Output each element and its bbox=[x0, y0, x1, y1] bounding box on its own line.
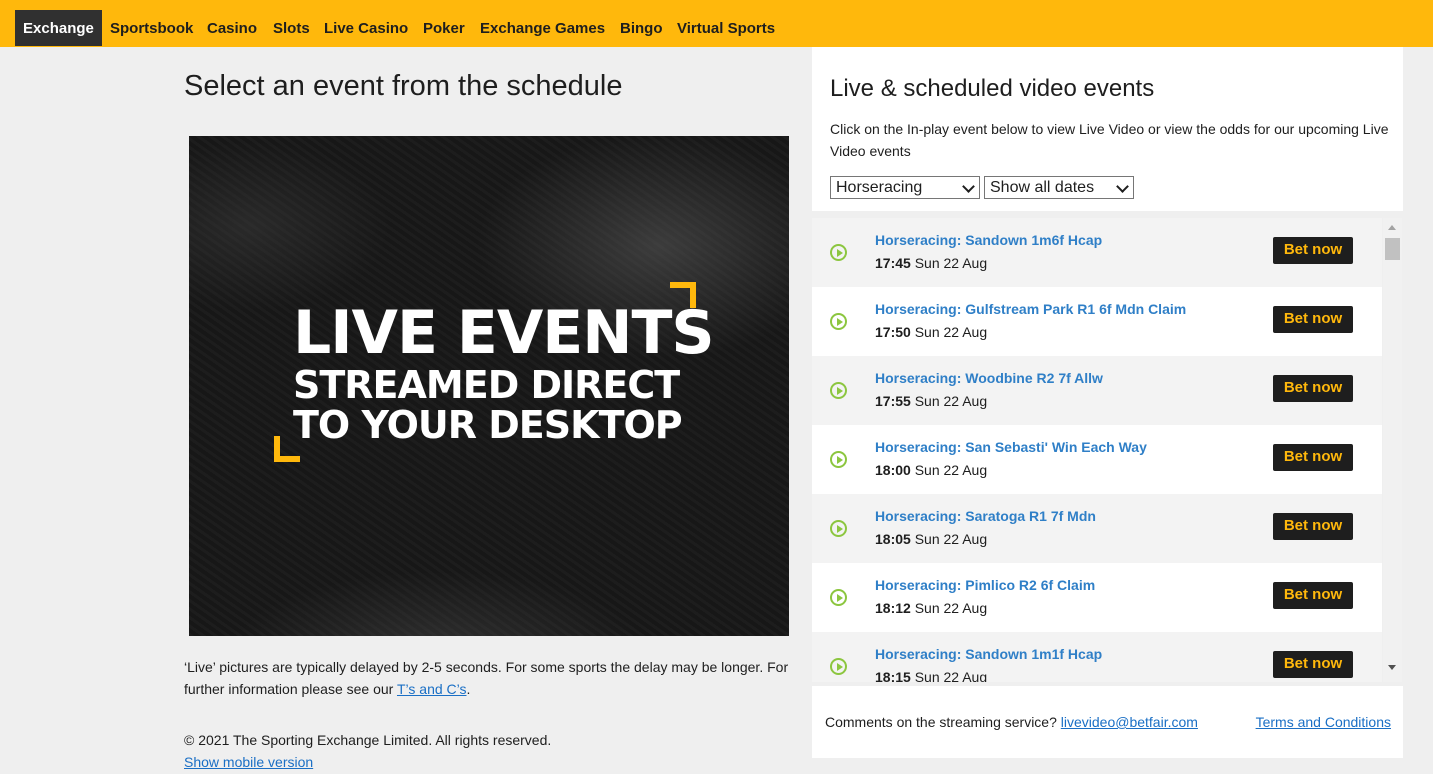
delay-disclaimer: ‘Live’ pictures are typically delayed by… bbox=[184, 656, 794, 700]
play-icon[interactable] bbox=[830, 313, 847, 330]
event-date: Sun 22 Aug bbox=[914, 393, 988, 409]
event-row[interactable]: Horseracing: San Sebasti' Win Each Way 1… bbox=[812, 425, 1382, 494]
bet-now-button[interactable]: Bet now bbox=[1273, 237, 1353, 264]
event-hour: 17:55 bbox=[875, 393, 911, 409]
scroll-thumb[interactable] bbox=[1385, 238, 1400, 260]
tab-virtual-sports[interactable]: Virtual Sports bbox=[677, 10, 775, 46]
event-hour: 18:12 bbox=[875, 600, 911, 616]
scroll-up-icon[interactable] bbox=[1388, 225, 1396, 230]
tab-bingo[interactable]: Bingo bbox=[620, 10, 663, 46]
event-date: Sun 22 Aug bbox=[914, 324, 988, 340]
footer-terms-wrap: Terms and Conditions bbox=[1256, 714, 1391, 730]
date-select[interactable]: Show all dates bbox=[984, 176, 1134, 199]
footer-comment: Comments on the streaming service? livev… bbox=[825, 714, 1198, 730]
bet-now-button[interactable]: Bet now bbox=[1273, 513, 1353, 540]
event-name[interactable]: Horseracing: Sandown 1m6f Hcap bbox=[875, 232, 1102, 248]
event-row[interactable]: Horseracing: Saratoga R1 7f Mdn 18:05 Su… bbox=[812, 494, 1382, 563]
event-time: 18:12 Sun 22 Aug bbox=[875, 600, 987, 616]
panel-title: Live & scheduled video events bbox=[830, 75, 1155, 102]
event-row[interactable]: Horseracing: Woodbine R2 7f Allw 17:55 S… bbox=[812, 356, 1382, 425]
tab-exchange[interactable]: Exchange bbox=[15, 10, 102, 46]
event-time: 18:05 Sun 22 Aug bbox=[875, 531, 987, 547]
play-icon[interactable] bbox=[830, 520, 847, 537]
event-date: Sun 22 Aug bbox=[914, 600, 988, 616]
play-icon[interactable] bbox=[830, 244, 847, 261]
sport-select[interactable]: Horseracing bbox=[830, 176, 980, 199]
promo-line-1: LIVE EVENTS bbox=[293, 298, 715, 368]
event-time: 18:15 Sun 22 Aug bbox=[875, 669, 987, 682]
feedback-email-link[interactable]: livevideo@betfair.com bbox=[1061, 714, 1198, 730]
event-name[interactable]: Horseracing: Saratoga R1 7f Mdn bbox=[875, 508, 1096, 524]
panel-description: Click on the In-play event below to view… bbox=[830, 121, 1389, 159]
bet-now-button[interactable]: Bet now bbox=[1273, 375, 1353, 402]
event-name[interactable]: Horseracing: Gulfstream Park R1 6f Mdn C… bbox=[875, 301, 1186, 317]
event-date: Sun 22 Aug bbox=[914, 462, 988, 478]
event-name[interactable]: Horseracing: Woodbine R2 7f Allw bbox=[875, 370, 1103, 386]
footer-text: Comments on the streaming service? bbox=[825, 714, 1061, 730]
event-name[interactable]: Horseracing: Pimlico R2 6f Claim bbox=[875, 577, 1095, 593]
scroll-down-icon[interactable] bbox=[1388, 665, 1396, 670]
play-icon[interactable] bbox=[830, 382, 847, 399]
event-time: 18:00 Sun 22 Aug bbox=[875, 462, 987, 478]
event-row[interactable]: Horseracing: Sandown 1m6f Hcap 17:45 Sun… bbox=[812, 218, 1382, 287]
top-navigation: Exchange Sportsbook Casino Slots Live Ca… bbox=[0, 0, 1433, 47]
event-hour: 17:45 bbox=[875, 255, 911, 271]
bet-now-button[interactable]: Bet now bbox=[1273, 444, 1353, 471]
event-time: 17:55 Sun 22 Aug bbox=[875, 393, 987, 409]
sport-select-value: Horseracing bbox=[836, 179, 923, 196]
tab-poker[interactable]: Poker bbox=[423, 10, 465, 46]
event-name[interactable]: Horseracing: San Sebasti' Win Each Way bbox=[875, 439, 1147, 455]
event-hour: 18:15 bbox=[875, 669, 911, 682]
promo-line-3: TO YOUR DESKTOP bbox=[293, 403, 683, 447]
chevron-down-icon bbox=[1116, 180, 1129, 193]
disclaimer-end: . bbox=[466, 681, 471, 697]
event-row[interactable]: Horseracing: Gulfstream Park R1 6f Mdn C… bbox=[812, 287, 1382, 356]
event-time: 17:45 Sun 22 Aug bbox=[875, 255, 987, 271]
event-hour: 18:00 bbox=[875, 462, 911, 478]
bet-now-button[interactable]: Bet now bbox=[1273, 582, 1353, 609]
play-icon[interactable] bbox=[830, 451, 847, 468]
tab-slots[interactable]: Slots bbox=[273, 10, 310, 46]
terms-link[interactable]: T’s and C’s bbox=[397, 681, 467, 697]
tab-live-casino[interactable]: Live Casino bbox=[324, 10, 408, 46]
mobile-version-link-wrap: Show mobile version bbox=[184, 754, 313, 770]
event-list: Horseracing: Sandown 1m6f Hcap 17:45 Sun… bbox=[812, 218, 1382, 682]
event-date: Sun 22 Aug bbox=[914, 669, 988, 682]
tab-casino[interactable]: Casino bbox=[207, 10, 257, 46]
panel-footer: Comments on the streaming service? livev… bbox=[812, 686, 1403, 758]
date-select-value: Show all dates bbox=[990, 179, 1095, 196]
event-time: 17:50 Sun 22 Aug bbox=[875, 324, 987, 340]
tab-sportsbook[interactable]: Sportsbook bbox=[110, 10, 193, 46]
page-title: Select an event from the schedule bbox=[184, 70, 623, 102]
event-hour: 18:05 bbox=[875, 531, 911, 547]
event-hour: 17:50 bbox=[875, 324, 911, 340]
bet-now-button[interactable]: Bet now bbox=[1273, 651, 1353, 678]
bet-now-button[interactable]: Bet now bbox=[1273, 306, 1353, 333]
event-date: Sun 22 Aug bbox=[914, 531, 988, 547]
chevron-down-icon bbox=[962, 180, 975, 193]
video-player[interactable]: LIVE EVENTS STREAMED DIRECT TO YOUR DESK… bbox=[189, 136, 789, 636]
event-name[interactable]: Horseracing: Sandown 1m1f Hcap bbox=[875, 646, 1102, 662]
event-list-scrollbar[interactable] bbox=[1383, 218, 1402, 682]
promo-line-2: STREAMED DIRECT bbox=[293, 363, 680, 407]
event-row[interactable]: Horseracing: Sandown 1m1f Hcap 18:15 Sun… bbox=[812, 632, 1382, 682]
play-icon[interactable] bbox=[830, 589, 847, 606]
schedule-panel-header: Live & scheduled video events Click on t… bbox=[812, 47, 1403, 211]
mobile-version-link[interactable]: Show mobile version bbox=[184, 754, 313, 770]
event-date: Sun 22 Aug bbox=[914, 255, 988, 271]
terms-and-conditions-link[interactable]: Terms and Conditions bbox=[1256, 714, 1391, 730]
event-row[interactable]: Horseracing: Pimlico R2 6f Claim 18:12 S… bbox=[812, 563, 1382, 632]
promo-banner: LIVE EVENTS STREAMED DIRECT TO YOUR DESK… bbox=[293, 298, 715, 447]
tab-exchange-games[interactable]: Exchange Games bbox=[480, 10, 605, 46]
copyright: © 2021 The Sporting Exchange Limited. Al… bbox=[184, 732, 552, 748]
disclaimer-text: ‘Live’ pictures are typically delayed by… bbox=[184, 659, 789, 697]
play-icon[interactable] bbox=[830, 658, 847, 675]
